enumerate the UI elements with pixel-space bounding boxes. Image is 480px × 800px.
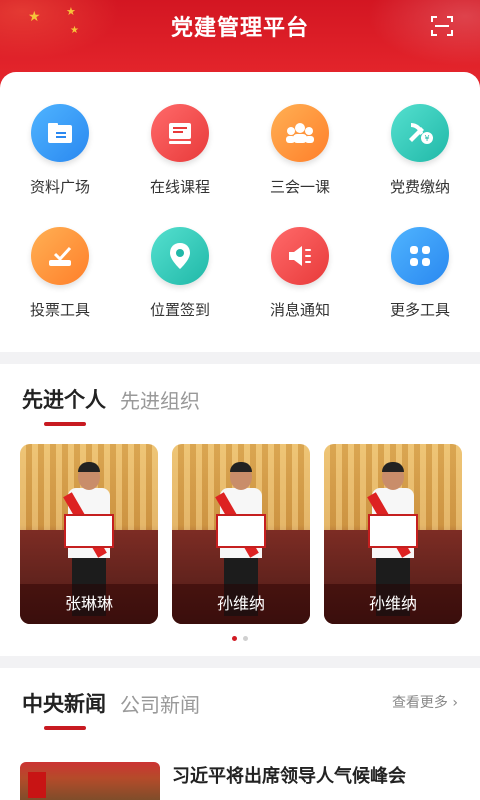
feature-label: 投票工具 (29, 301, 90, 319)
certificate-image (64, 514, 114, 548)
people-carousel[interactable]: 张琳琳 孙维纳 孙维纳 (20, 444, 462, 624)
feature-label: 党费缴纳 (389, 178, 450, 196)
feature-notifications[interactable]: 消息通知 (240, 227, 360, 320)
folder-icon (31, 104, 89, 162)
pagination-dot-active[interactable] (232, 636, 237, 641)
person-name: 孙维纳 (172, 584, 310, 624)
news-title: 习近平将出席领导人气候峰会 (172, 766, 406, 787)
tab-label: 先进个人 (22, 388, 106, 412)
chevron-right-icon: › (452, 695, 458, 711)
news-section: 中央新闻 公司新闻 查看更多 › 习近平将出席领导人气候峰会 (0, 668, 480, 800)
carousel-pagination (0, 636, 480, 641)
feature-label: 三会一课 (269, 178, 330, 196)
page-title: 党建管理平台 (170, 16, 309, 41)
advanced-section: 先进个人 先进组织 张琳琳 孙维纳 孙维纳 (0, 364, 480, 656)
tab-company-news[interactable]: 公司新闻 (120, 689, 200, 718)
feature-online-course[interactable]: 在线课程 (120, 104, 240, 197)
feature-label: 在线课程 (149, 178, 210, 196)
feature-meetings[interactable]: 三会一课 (240, 104, 360, 197)
flag-icon (28, 772, 46, 798)
view-more-label: 查看更多 (391, 695, 448, 711)
notification-icon (271, 227, 329, 285)
pagination-dot[interactable] (243, 636, 248, 641)
scan-icon (431, 16, 453, 36)
tab-label: 中央新闻 (22, 692, 106, 716)
certificate-image (368, 514, 418, 548)
course-icon (151, 104, 209, 162)
person-card[interactable]: 张琳琳 (20, 444, 158, 624)
svg-text:¥: ¥ (424, 134, 429, 143)
feature-grid: 资料广场 在线课程 三会一课 ¥ 党费缴纳 投票工具 位置签到 消息通知 更多工… (0, 104, 480, 320)
tab-underline (44, 422, 86, 426)
feature-label: 更多工具 (389, 301, 450, 319)
feature-more-tools[interactable]: 更多工具 (360, 227, 480, 320)
tab-advanced-individuals[interactable]: 先进个人 (22, 384, 106, 426)
news-item[interactable]: 习近平将出席领导人气候峰会 (20, 762, 460, 800)
news-thumbnail (20, 762, 160, 800)
news-tabs: 中央新闻 公司新闻 (22, 688, 200, 730)
location-icon (151, 227, 209, 285)
view-more-link[interactable]: 查看更多 › (392, 692, 458, 712)
person-name: 孙维纳 (324, 584, 462, 624)
feature-vote[interactable]: 投票工具 (0, 227, 120, 320)
party-fee-icon: ¥ (391, 104, 449, 162)
person-name: 张琳琳 (20, 584, 158, 624)
feature-label: 资料广场 (29, 178, 90, 196)
feature-label: 消息通知 (269, 301, 330, 319)
vote-icon (31, 227, 89, 285)
more-tools-icon (391, 227, 449, 285)
person-card[interactable]: 孙维纳 (172, 444, 310, 624)
feature-materials[interactable]: 资料广场 (0, 104, 120, 197)
feature-label: 位置签到 (149, 301, 210, 319)
feature-location-checkin[interactable]: 位置签到 (120, 227, 240, 320)
meeting-icon (271, 104, 329, 162)
tab-advanced-organizations[interactable]: 先进组织 (120, 385, 200, 414)
scan-button[interactable] (430, 14, 454, 38)
advanced-tabs: 先进个人 先进组织 (22, 384, 200, 426)
person-card[interactable]: 孙维纳 (324, 444, 462, 624)
feature-card: 资料广场 在线课程 三会一课 ¥ 党费缴纳 投票工具 位置签到 消息通知 更多工… (0, 72, 480, 352)
tab-underline (44, 726, 86, 730)
certificate-image (216, 514, 266, 548)
feature-party-fee[interactable]: ¥ 党费缴纳 (360, 104, 480, 197)
tab-central-news[interactable]: 中央新闻 (22, 688, 106, 730)
